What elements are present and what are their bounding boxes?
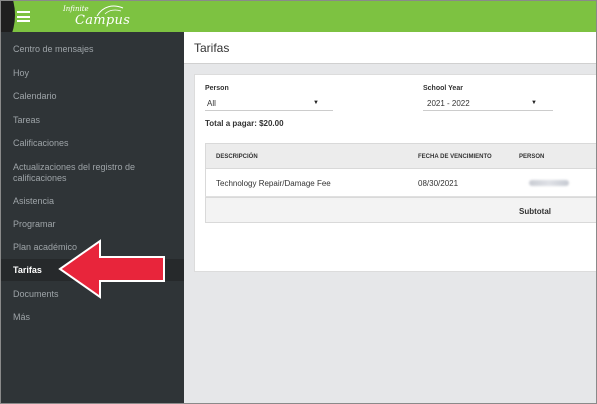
sidebar-item-actualizaciones[interactable]: Actualizaciones del registro de califica… xyxy=(1,162,171,184)
hamburger-icon xyxy=(16,11,30,22)
fee-due-date: 08/30/2021 xyxy=(418,179,459,188)
sidebar-item-label: Documents xyxy=(13,289,59,299)
sidebar-item-label: Programar xyxy=(13,219,56,229)
sidebar-item-centro-de-mensajes[interactable]: Centro de mensajes xyxy=(1,44,184,55)
page-header: Tarifas xyxy=(184,32,596,64)
sidebar-item-label: Centro de mensajes xyxy=(13,44,94,54)
sidebar-item-tareas[interactable]: Tareas xyxy=(1,115,184,126)
school-year-label: School Year xyxy=(423,85,463,92)
sidebar-item-label: Calificaciones xyxy=(13,138,69,148)
sidebar-item-tarifas[interactable]: Tarifas xyxy=(1,259,184,281)
table-header: DESCRIPCIÓN FECHA DE VENCIMIENTO PERSON xyxy=(205,143,596,169)
sidebar-item-calificaciones[interactable]: Calificaciones xyxy=(1,138,184,149)
column-header-description[interactable]: DESCRIPCIÓN xyxy=(216,154,258,160)
sidebar-item-label: Calendario xyxy=(13,91,57,101)
sidebar-item-programar[interactable]: Programar xyxy=(1,219,184,230)
infinite-campus-logo[interactable]: Infinite Campus xyxy=(63,4,133,30)
top-bar: Infinite Campus xyxy=(1,1,596,32)
sidebar-item-hoy[interactable]: Hoy xyxy=(1,68,184,79)
sidebar-item-label: Plan académico xyxy=(13,242,78,252)
sidebar-item-label: Más xyxy=(13,312,31,322)
sidebar-item-calendario[interactable]: Calendario xyxy=(1,91,184,102)
table-row[interactable]: Technology Repair/Damage Fee 08/30/2021 xyxy=(205,169,596,197)
subtotal-label: Subtotal xyxy=(519,207,551,216)
app-window: Infinite Campus Centro de mensajes Hoy C… xyxy=(0,0,597,404)
sidebar-item-label: Hoy xyxy=(13,68,30,78)
dropdown-arrow-icon: ▼ xyxy=(313,100,319,106)
column-header-due-date[interactable]: FECHA DE VENCIMIENTO xyxy=(418,154,492,160)
sidebar-item-label: Tareas xyxy=(13,115,41,125)
sidebar-item-mas[interactable]: Más xyxy=(1,312,184,323)
sidebar-item-documents[interactable]: Documents xyxy=(1,289,184,300)
sidebar-item-asistencia[interactable]: Asistencia xyxy=(1,196,184,207)
logo-swoosh-icon xyxy=(96,5,124,17)
school-year-select-value: 2021 - 2022 xyxy=(427,99,470,108)
main-content: Tarifas Person All ▼ School Year 2021 - … xyxy=(184,32,596,403)
fee-description: Technology Repair/Damage Fee xyxy=(216,179,331,188)
school-year-select[interactable]: 2021 - 2022 ▼ xyxy=(423,97,553,111)
table-footer: Subtotal xyxy=(205,197,596,223)
page-title: Tarifas xyxy=(194,41,230,55)
sidebar-item-label: Actualizaciones del registro de califica… xyxy=(13,162,136,183)
logo-line-1: Infinite xyxy=(63,5,89,13)
redacted-person-name xyxy=(529,180,569,186)
sidebar-item-label: Asistencia xyxy=(13,196,55,206)
person-label: Person xyxy=(205,85,229,92)
sidebar-nav: Centro de mensajes Hoy Calendario Tareas… xyxy=(1,32,184,403)
dropdown-arrow-icon: ▼ xyxy=(531,100,537,106)
person-select-value: All xyxy=(207,99,216,108)
column-header-person[interactable]: PERSON xyxy=(519,154,544,160)
sidebar-item-label: Tarifas xyxy=(13,265,42,275)
sidebar-item-plan-academico[interactable]: Plan académico xyxy=(1,242,184,253)
fees-card: Person All ▼ School Year 2021 - 2022 ▼ T… xyxy=(194,74,596,272)
total-due: Total a pagar: $20.00 xyxy=(205,119,284,128)
person-select[interactable]: All ▼ xyxy=(205,97,333,111)
